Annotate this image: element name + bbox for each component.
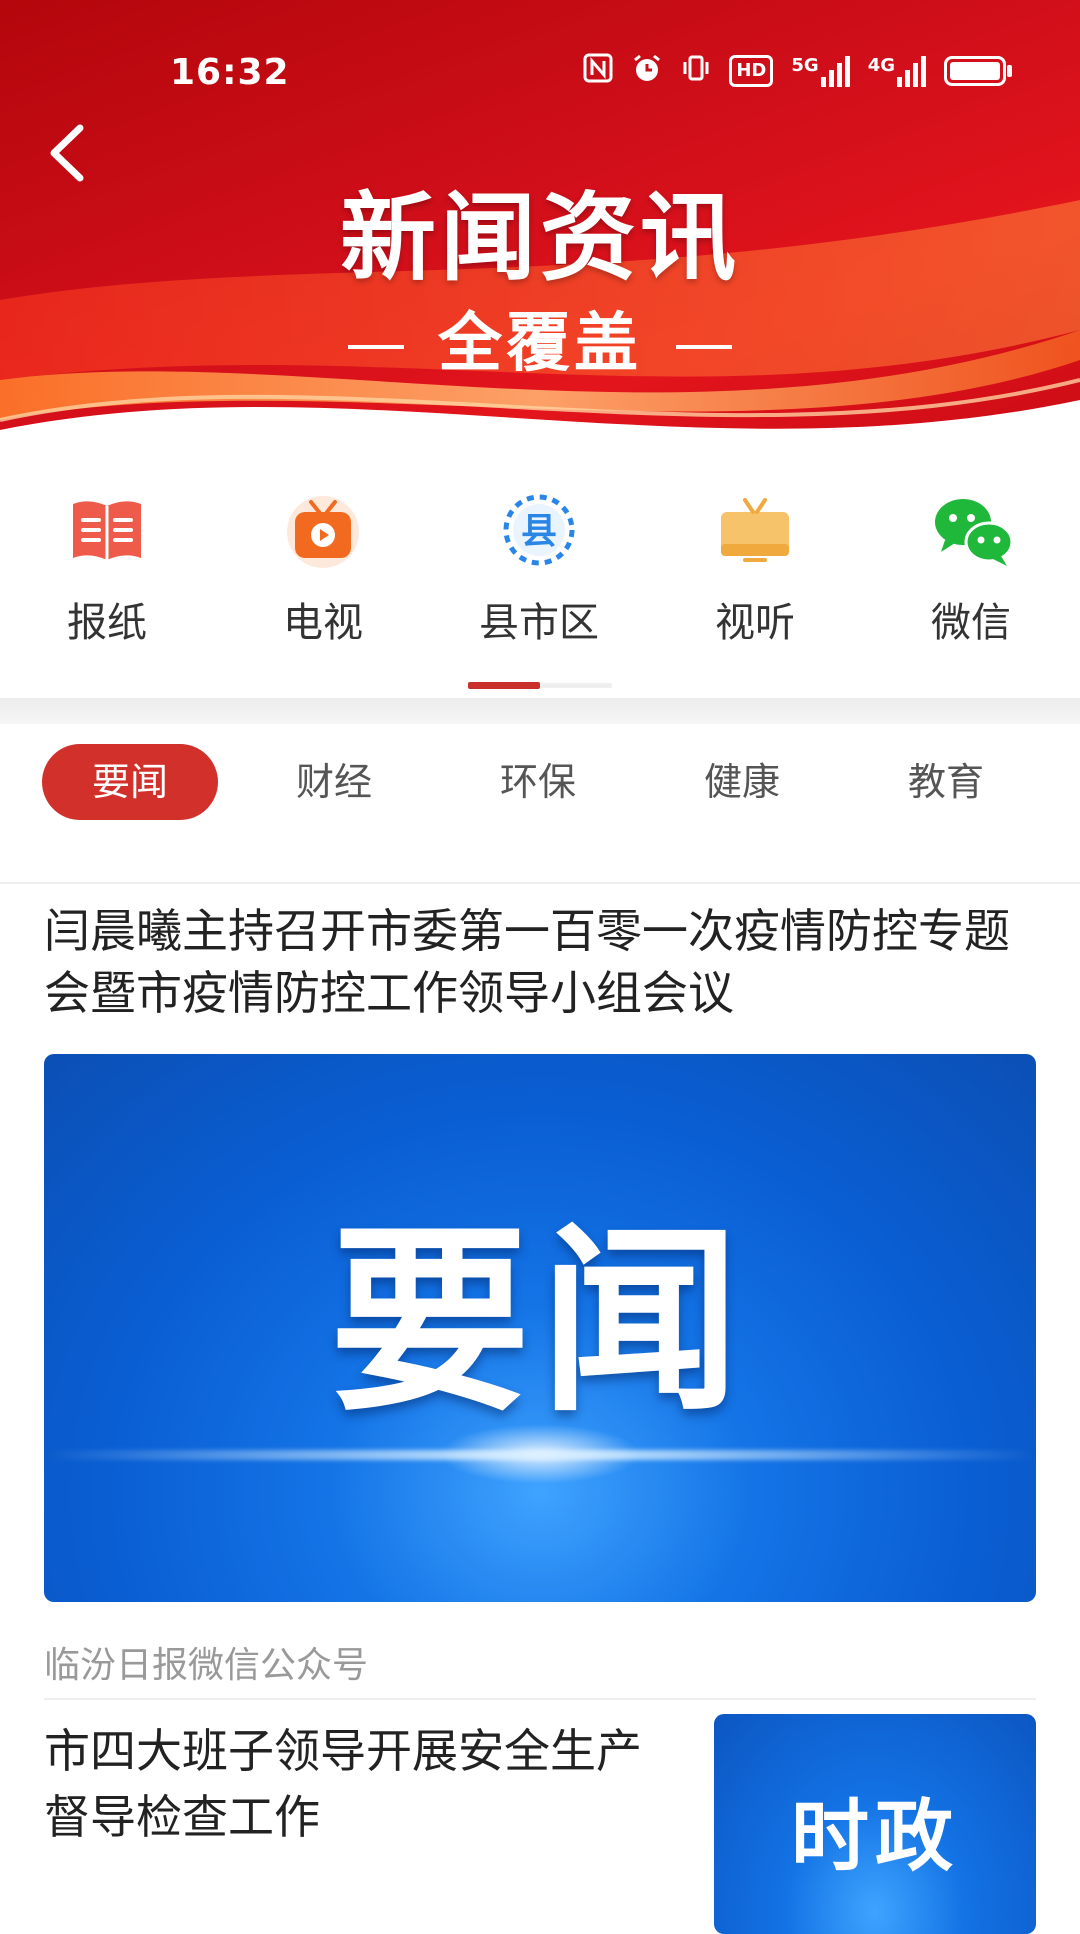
- section-divider: [0, 698, 1080, 724]
- thumbnail-text: 要闻: [329, 1206, 750, 1439]
- subtitle-dash-right: [676, 345, 732, 350]
- tab-caijing[interactable]: 财经: [246, 744, 422, 820]
- category-county[interactable]: 县 县市区: [454, 490, 624, 648]
- status-time: 16:32: [170, 52, 290, 93]
- category-indicator-track: [540, 683, 612, 688]
- county-icon: 县: [499, 490, 579, 570]
- nfc-icon: [583, 53, 613, 89]
- article-thumbnail[interactable]: 要闻: [44, 1054, 1036, 1602]
- hd-icon: HD: [729, 55, 774, 87]
- tab-huanbao[interactable]: 环保: [450, 744, 626, 820]
- category-audio-visual[interactable]: 视听: [670, 490, 840, 648]
- page-subtitle-text: 全覆盖: [438, 307, 642, 381]
- status-bar: 16:32 HD 5G 4G: [0, 48, 1080, 96]
- tab-jiankang[interactable]: 健康: [654, 744, 830, 820]
- category-label: 微信: [931, 600, 1011, 646]
- category-active-indicator: [468, 682, 540, 689]
- article-title[interactable]: 市四大班子领导开展安全生产督导检查工作: [44, 1718, 684, 1850]
- battery-icon: [944, 56, 1012, 86]
- article-thumbnail[interactable]: 时政: [714, 1714, 1036, 1934]
- wechat-icon: [931, 490, 1014, 570]
- light-streak: [44, 1450, 1036, 1460]
- category-nav: 报纸 电视 县 县市区 视听 微信: [0, 490, 1080, 660]
- category-label: 电视: [283, 600, 363, 646]
- category-label: 县市区: [479, 600, 599, 646]
- svg-text:县: 县: [521, 511, 557, 552]
- 4g-label: 4G: [867, 55, 895, 76]
- category-newspaper[interactable]: 报纸: [22, 490, 192, 648]
- vibrate-icon: [681, 53, 711, 89]
- page-subtitle: 全覆盖: [0, 292, 1080, 384]
- audio-visual-icon: [715, 490, 795, 570]
- category-wechat[interactable]: 微信: [886, 490, 1056, 648]
- alarm-icon: [631, 52, 663, 90]
- category-label: 视听: [715, 600, 795, 646]
- tv-icon: [283, 490, 363, 570]
- subtab-bar: 要闻 财经 环保 健康 教育: [0, 744, 1080, 824]
- article-source: 临汾日报微信公众号: [44, 1645, 369, 1686]
- thumbnail-text: 时政: [790, 1792, 959, 1882]
- subtitle-dash-left: [348, 345, 404, 350]
- tab-jiaoyu[interactable]: 教育: [858, 744, 1034, 820]
- category-tv[interactable]: 电视: [238, 490, 408, 648]
- article-title[interactable]: 闫晨曦主持召开市委第一百零一次疫情防控专题会暨市疫情防控工作领导小组会议: [44, 900, 1044, 1024]
- newspaper-icon: [67, 490, 147, 570]
- category-label: 报纸: [67, 600, 147, 646]
- divider: [44, 1698, 1036, 1700]
- header-banner: 16:32 HD 5G 4G 新闻资讯 全覆盖: [0, 0, 1080, 470]
- 5g-label: 5G: [791, 55, 819, 76]
- divider: [0, 882, 1080, 884]
- 4g-signal-icon: 4G: [868, 55, 926, 87]
- page-title: 新闻资讯: [340, 182, 740, 294]
- tab-yaowen[interactable]: 要闻: [42, 744, 218, 820]
- 5g-signal-icon: 5G: [791, 55, 850, 87]
- status-icons: HD 5G 4G: [583, 52, 1012, 90]
